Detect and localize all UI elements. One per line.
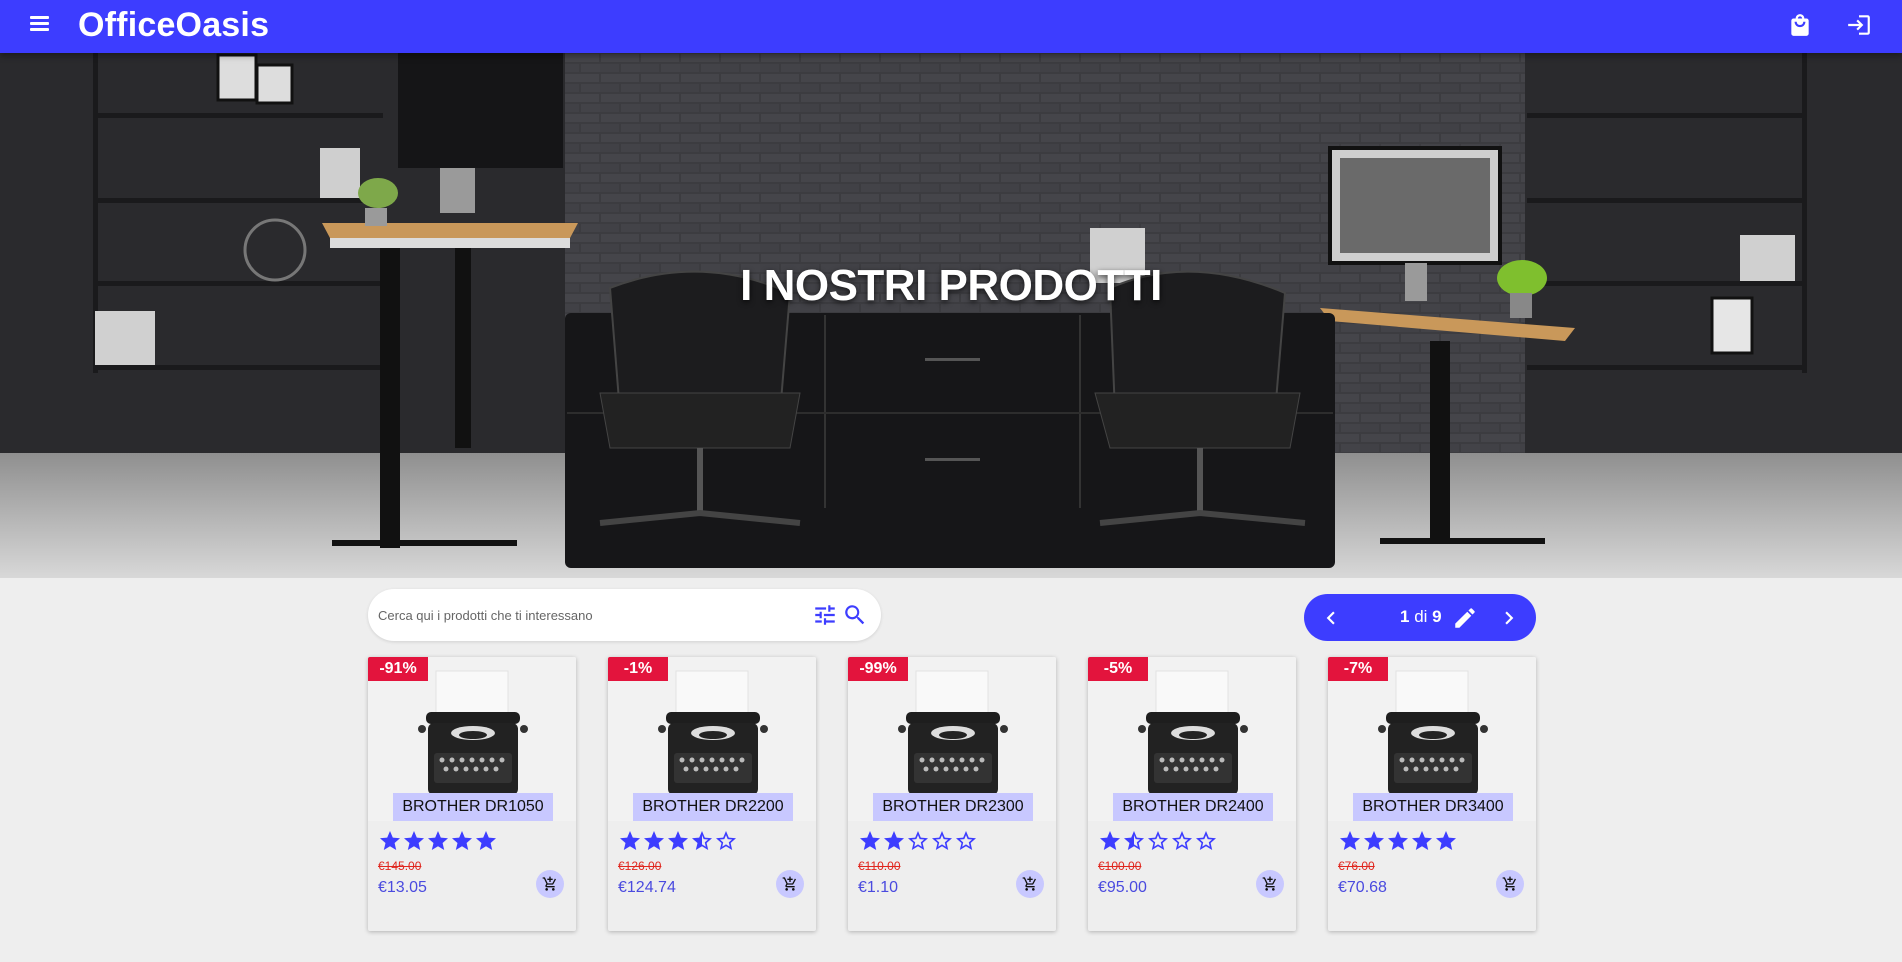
price: €70.68 [1338, 879, 1387, 896]
star-filled-icon [1436, 831, 1456, 850]
star-filled-icon [1412, 831, 1432, 850]
star-filled-icon [404, 831, 424, 850]
price: €95.00 [1098, 879, 1147, 896]
product-card[interactable]: -7% BROTHER DR3400 €76.00 €70.68 [1328, 657, 1536, 931]
add-shopping-cart-icon [1502, 876, 1516, 891]
discount-badge: -5% [1088, 657, 1148, 681]
star-filled-icon [644, 831, 664, 850]
star-filled-icon [380, 831, 400, 850]
discount-badge: -1% [608, 657, 668, 681]
star-filled-icon [1100, 831, 1120, 850]
add-shopping-cart-icon [1262, 876, 1276, 891]
search-input[interactable] [378, 601, 758, 629]
star-outline-icon [1196, 831, 1216, 850]
old-price: €100.00 [1098, 859, 1142, 873]
product-name[interactable]: BROTHER DR2300 [873, 793, 1033, 821]
discount-badge: -7% [1328, 657, 1388, 681]
add-to-cart-button[interactable] [776, 870, 804, 898]
product-card[interactable]: -99% BROTHER DR2300 €110.00 €1.10 [848, 657, 1056, 931]
login-icon[interactable] [1846, 12, 1872, 38]
star-outline-icon [1172, 831, 1192, 850]
star-filled-icon [1388, 831, 1408, 850]
product-name[interactable]: BROTHER DR2200 [633, 793, 793, 821]
product-card[interactable]: -91% BROTHER DR1050 €145.00 €13.05 [368, 657, 576, 931]
total-pages: 9 [1432, 607, 1442, 626]
app-title[interactable]: OfficeOasis [78, 6, 269, 45]
search-icon[interactable] [842, 602, 868, 628]
price: €13.05 [378, 879, 427, 896]
rating-stars [858, 829, 978, 853]
current-page: 1 [1400, 607, 1410, 626]
discount-badge: -99% [848, 657, 908, 681]
product-name[interactable]: BROTHER DR1050 [393, 793, 553, 821]
price: €1.10 [858, 879, 899, 896]
rating-stars [1338, 829, 1458, 853]
old-price: €145.00 [378, 859, 422, 873]
price: €124.74 [618, 879, 676, 896]
product-name[interactable]: BROTHER DR3400 [1353, 793, 1513, 821]
star-half-icon [1124, 831, 1144, 850]
star-filled-icon [452, 831, 472, 850]
rating-stars [618, 829, 738, 853]
old-price: €76.00 [1338, 859, 1375, 873]
star-outline-icon [956, 831, 976, 850]
search-bar [368, 589, 881, 641]
star-filled-icon [884, 831, 904, 850]
add-to-cart-button[interactable] [1016, 870, 1044, 898]
star-filled-icon [1340, 831, 1360, 850]
old-price: €110.00 [858, 859, 901, 873]
pencil-icon[interactable] [1452, 605, 1478, 631]
star-filled-icon [428, 831, 448, 850]
rating-stars [1098, 829, 1218, 853]
star-filled-icon [620, 831, 640, 850]
menu-icon[interactable] [24, 9, 54, 39]
star-filled-icon [668, 831, 688, 850]
pagination: 1 di 9 [1304, 594, 1536, 641]
tune-icon[interactable] [812, 602, 838, 628]
product-name[interactable]: BROTHER DR2400 [1113, 793, 1273, 821]
chevron-left-icon[interactable] [1318, 605, 1344, 631]
add-to-cart-button[interactable] [1256, 870, 1284, 898]
star-outline-icon [932, 831, 952, 850]
star-filled-icon [860, 831, 880, 850]
old-price: €126.00 [618, 859, 662, 873]
add-shopping-cart-icon [542, 876, 556, 891]
star-outline-icon [908, 831, 928, 850]
star-filled-icon [476, 831, 496, 850]
add-to-cart-button[interactable] [536, 870, 564, 898]
page-indicator: 1 di 9 [1400, 607, 1442, 627]
chevron-right-icon[interactable] [1496, 605, 1522, 631]
product-card[interactable]: -1% BROTHER DR2200 €126.00 €124.74 [608, 657, 816, 931]
star-filled-icon [1364, 831, 1384, 850]
star-outline-icon [716, 831, 736, 850]
product-card[interactable]: -5% BROTHER DR2400 €100.00 €95.00 [1088, 657, 1296, 931]
star-half-icon [692, 831, 712, 850]
page-title: I NOSTRI PRODOTTI [740, 261, 1162, 310]
add-shopping-cart-icon [782, 876, 796, 891]
hero-office-illustration [0, 53, 1902, 578]
shopping-bag-icon[interactable] [1787, 12, 1813, 38]
star-outline-icon [1148, 831, 1168, 850]
top-app-bar: OfficeOasis [0, 0, 1902, 53]
page-separator: di [1414, 607, 1428, 626]
discount-badge: -91% [368, 657, 428, 681]
add-to-cart-button[interactable] [1496, 870, 1524, 898]
hero-banner: I NOSTRI PRODOTTI [0, 53, 1902, 578]
add-shopping-cart-icon [1022, 876, 1036, 891]
rating-stars [378, 829, 498, 853]
